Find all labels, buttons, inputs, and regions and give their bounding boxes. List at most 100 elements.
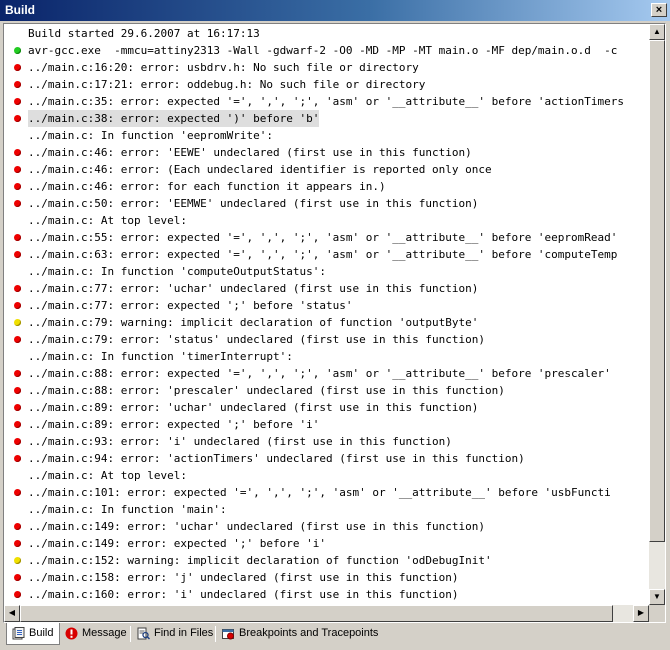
output-line[interactable]: ../main.c:149: error: 'uchar' undeclared… [4,518,649,535]
output-line[interactable]: ../main.c:77: error: expected ';' before… [4,297,649,314]
output-line[interactable]: ../main.c:55: error: expected '=', ',', … [4,229,649,246]
output-line[interactable]: ../main.c:79: error: 'status' undeclared… [4,331,649,348]
output-line-text: ../main.c:152: warning: implicit declara… [28,554,492,567]
output-line-text: ../main.c:17:21: error: oddebug.h: No su… [28,78,426,91]
output-line[interactable]: ../main.c:35: error: expected '=', ',', … [4,93,649,110]
output-line-text: ../main.c:16:20: error: usbdrv.h: No suc… [28,61,419,74]
output-line[interactable]: ../main.c:160: error: 'i' undeclared (fi… [4,586,649,603]
output-line-text: ../main.c:158: error: 'j' undeclared (fi… [28,571,459,584]
error-icon [14,81,21,88]
error-icon [14,149,21,156]
output-line[interactable]: ../main.c:17:21: error: oddebug.h: No su… [4,76,649,93]
output-line-text: ../main.c:55: error: expected '=', ',', … [28,231,618,244]
error-icon [14,404,21,411]
output-line[interactable]: ../main.c:89: error: expected ';' before… [4,416,649,433]
output-line[interactable]: ../main.c:38: error: expected ')' before… [4,110,649,127]
output-line-text: ../main.c: At top level: [28,214,187,227]
error-icon [14,115,21,122]
tab-build-label: Build [29,627,54,639]
output-line-text: ../main.c: In function 'eepromWrite': [28,129,274,142]
scroll-down-button[interactable]: ▼ [649,589,665,605]
output-line[interactable]: ../main.c:16:20: error: usbdrv.h: No suc… [4,59,649,76]
vertical-scrollbar[interactable]: ▲ ▼ [649,24,665,605]
output-line-text: ../main.c:35: error: expected '=', ',', … [28,95,625,108]
error-icon [14,540,21,547]
output-line-text: ../main.c:88: error: expected '=', ',', … [28,367,611,380]
build-output-list[interactable]: Build started 29.6.2007 at 16:17:13 avr-g… [4,24,649,605]
error-icon [14,523,21,530]
error-icon [14,591,21,598]
error-icon [14,234,21,241]
breakpoints-icon [222,629,234,640]
output-tabbar: Build Message Find in Files Breakpoints … [3,623,666,647]
scroll-up-button[interactable]: ▲ [649,24,665,40]
close-button[interactable]: × [651,3,667,17]
output-line[interactable]: ../main.c:89: error: 'uchar' undeclared … [4,399,649,416]
output-line[interactable]: ../main.c:46: error: (Each undeclared id… [4,161,649,178]
error-icon [14,251,21,258]
output-line[interactable]: avr-gcc.exe -mmcu=attiny2313 -Wall -gdwa… [4,42,649,59]
tab-message[interactable]: Message [60,623,133,644]
output-line[interactable]: ../main.c:50: error: 'EEMWE' undeclared … [4,195,649,212]
error-icon [14,370,21,377]
error-icon [14,421,21,428]
output-line[interactable]: ../main.c:88: error: expected '=', ',', … [4,365,649,382]
output-line[interactable]: ../main.c:63: error: expected '=', ',', … [4,246,649,263]
output-line[interactable]: ../main.c:94: error: 'actionTimers' unde… [4,450,649,467]
error-icon [14,302,21,309]
scrollbar-corner [649,605,665,622]
output-line[interactable]: Build started 29.6.2007 at 16:17:13 [4,25,649,42]
output-line[interactable]: ../main.c:101: error: expected '=', ',',… [4,484,649,501]
error-icon [14,200,21,207]
output-line[interactable]: ../main.c:88: error: 'prescaler' undecla… [4,382,649,399]
output-line[interactable]: ../main.c: In function 'computeOutputSta… [4,263,649,280]
output-line[interactable]: ../main.c: At top level: [4,212,649,229]
output-line[interactable]: ../main.c:77: error: 'uchar' undeclared … [4,280,649,297]
tab-breakpoints-label: Breakpoints and Tracepoints [239,627,379,639]
scroll-left-button[interactable]: ◀ [4,605,20,622]
error-icon [14,64,21,71]
output-line-text: ../main.c:50: error: 'EEMWE' undeclared … [28,197,479,210]
error-icon [14,438,21,445]
output-line[interactable]: ../main.c:149: error: expected ';' befor… [4,535,649,552]
tab-breakpoints[interactable]: Breakpoints and Tracepoints [217,623,384,644]
output-line[interactable]: ../main.c:158: error: 'j' undeclared (fi… [4,569,649,586]
error-icon [14,574,21,581]
build-icon [12,627,25,640]
output-line-text: ../main.c:89: error: expected ';' before… [28,418,320,431]
output-line[interactable]: ../main.c:46: error: for each function i… [4,178,649,195]
window-titlebar: Build × [0,0,670,21]
vertical-scroll-thumb[interactable] [649,40,665,542]
tab-separator [130,626,131,642]
warning-icon [14,319,21,326]
output-line-text: ../main.c:149: error: 'uchar' undeclared… [28,520,485,533]
output-line[interactable]: ../main.c:46: error: 'EEWE' undeclared (… [4,144,649,161]
output-line-text: Build started 29.6.2007 at 16:17:13 [28,27,260,40]
error-icon [14,183,21,190]
scroll-right-button[interactable]: ▶ [633,605,649,622]
output-line-text: ../main.c:79: warning: implicit declarat… [28,316,479,329]
output-line[interactable]: ../main.c: In function 'eepromWrite': [4,127,649,144]
tab-build[interactable]: Build [6,623,61,645]
warning-icon [14,557,21,564]
output-line-text: ../main.c: In function 'main': [28,503,227,516]
find-files-icon [137,627,150,640]
window-title: Build [5,3,35,17]
output-line-text: ../main.c: At top level: [28,469,187,482]
tab-find-in-files[interactable]: Find in Files [132,623,219,644]
output-line-text: ../main.c:63: error: expected '=', ',', … [28,248,618,261]
output-line-text: ../main.c:77: error: expected ';' before… [28,299,353,312]
horizontal-scrollbar[interactable]: ◀ ▶ [4,605,649,622]
output-line-text: ../main.c: In function 'computeOutputSta… [28,265,327,278]
output-line[interactable]: ../main.c:152: warning: implicit declara… [4,552,649,569]
output-line-text: ../main.c:89: error: 'uchar' undeclared … [28,401,479,414]
output-line[interactable]: ../main.c:79: warning: implicit declarat… [4,314,649,331]
error-icon [14,98,21,105]
horizontal-scroll-thumb[interactable] [20,605,613,622]
output-line[interactable]: ../main.c:93: error: 'i' undeclared (fir… [4,433,649,450]
output-line[interactable]: ../main.c: In function 'main': [4,501,649,518]
output-line-text: ../main.c:79: error: 'status' undeclared… [28,333,485,346]
output-line-text: ../main.c: In function 'timerInterrupt': [28,350,293,363]
output-line[interactable]: ../main.c: In function 'timerInterrupt': [4,348,649,365]
output-line[interactable]: ../main.c: At top level: [4,467,649,484]
